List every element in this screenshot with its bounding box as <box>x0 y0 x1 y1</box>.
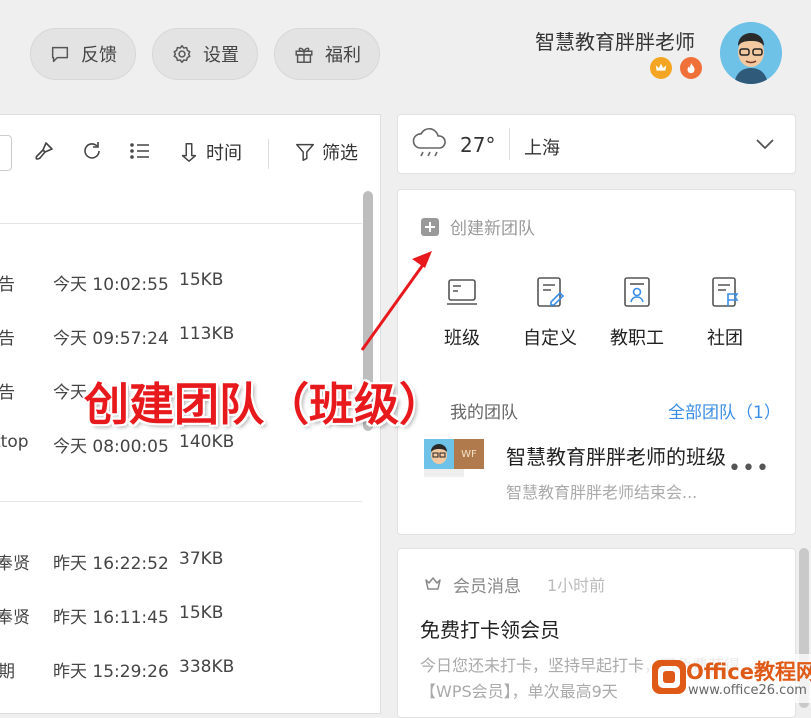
weather-card[interactable] <box>397 114 796 174</box>
file-size: 140KB <box>179 432 235 452</box>
team-type-label: 教职工 <box>610 328 664 349</box>
create-team-button[interactable]: 创建新团队 <box>420 214 535 239</box>
brush-icon <box>35 142 53 160</box>
gear-icon <box>173 45 191 63</box>
settings-label: 设置 <box>203 45 239 66</box>
create-team-label: 创建新团队 <box>450 219 535 239</box>
message-title: 免费打卡领会员 <box>420 618 560 642</box>
search-box-edge[interactable] <box>0 135 12 171</box>
file-row[interactable]: 期 昨天 15:29:26 338KB <box>0 657 360 687</box>
settings-button[interactable]: 设置 <box>152 28 258 80</box>
gift-icon <box>295 47 313 63</box>
file-size: 15KB <box>179 603 224 623</box>
file-size: 15KB <box>179 270 224 290</box>
club-flag-icon <box>712 277 739 307</box>
vip-crown-icon <box>425 577 441 590</box>
file-row[interactable]: ttop 今天 08:00:05 140KB <box>0 432 360 462</box>
my-team-label: 我的团队 <box>450 403 518 423</box>
group-divider <box>0 501 362 502</box>
list-icon <box>130 143 149 159</box>
watermark-url: www.office26.com <box>688 683 807 698</box>
team-avatar-group[interactable]: WF <box>424 439 484 477</box>
file-name: 告 <box>0 329 15 349</box>
file-name: 告 <box>0 383 15 403</box>
avatar[interactable] <box>720 22 782 84</box>
toolbar-divider <box>268 139 269 169</box>
file-time: 今天 <box>53 383 87 403</box>
file-name: 奉贤 <box>0 554 30 574</box>
annotation-callout: 创建团队（班级） <box>84 378 445 431</box>
rain-cloud-icon <box>412 128 446 157</box>
sort-time-button[interactable]: 时间 <box>178 139 242 165</box>
header-divider <box>0 223 362 224</box>
file-time: 今天 08:00:05 <box>53 437 169 457</box>
team-type-custom[interactable]: 自定义 <box>515 275 585 350</box>
brush-button[interactable] <box>32 139 56 163</box>
file-row[interactable]: 告 今天 09:57:24 113KB <box>0 324 360 354</box>
fire-badge-icon <box>680 57 702 79</box>
file-name: ttop <box>0 432 29 452</box>
team-type-club[interactable]: 社团 <box>690 275 760 350</box>
refresh-button[interactable] <box>80 139 104 163</box>
team-subtitle: 智慧教育胖胖老师结束会... <box>506 483 698 502</box>
more-options-button[interactable]: ••• <box>728 456 770 481</box>
team-type-label: 社团 <box>707 328 743 349</box>
team-type-class[interactable]: 班级 <box>427 275 497 350</box>
file-time: 昨天 16:22:52 <box>53 554 169 574</box>
classroom-icon <box>447 279 477 305</box>
team-member-tag-text: WF <box>461 448 477 460</box>
file-row[interactable]: 奉贤 昨天 16:22:52 37KB <box>0 549 360 579</box>
team-name[interactable]: 智慧教育胖胖老师的班级 <box>506 441 728 470</box>
staff-card-icon <box>624 277 650 307</box>
filter-button[interactable]: 筛选 <box>294 139 358 165</box>
file-size: 37KB <box>179 549 224 569</box>
file-size: 113KB <box>179 324 235 344</box>
weather-temperature: 27° <box>460 133 496 157</box>
crown-badge-icon <box>650 57 672 79</box>
watermark-name: Office教程网 <box>686 660 811 684</box>
filter-icon <box>296 143 314 161</box>
time-label: 时间 <box>206 143 242 164</box>
message-time: 1小时前 <box>547 576 606 595</box>
list-view-button[interactable] <box>127 139 153 163</box>
team-type-label: 自定义 <box>523 328 577 349</box>
weather-divider <box>509 128 510 160</box>
refresh-icon <box>84 142 100 159</box>
username: 智慧教育胖胖老师 <box>535 30 695 54</box>
file-size: 338KB <box>179 657 235 677</box>
file-row[interactable]: 告 今天 10:02:55 15KB <box>0 270 360 300</box>
chevron-down-icon[interactable] <box>755 138 775 150</box>
filter-label: 筛选 <box>322 143 358 164</box>
file-name: 告 <box>0 275 15 295</box>
all-teams-link[interactable]: 全部团队（1） <box>668 398 781 423</box>
file-time: 今天 10:02:55 <box>53 275 169 295</box>
file-row[interactable]: 奉贤 昨天 16:11:45 15KB <box>0 603 360 633</box>
avatar-shadow <box>424 469 464 477</box>
file-time: 今天 09:57:24 <box>53 329 169 349</box>
weather-city: 上海 <box>524 138 560 159</box>
chat-bubble-icon <box>51 46 69 63</box>
team-type-staff[interactable]: 教职工 <box>602 275 672 350</box>
feedback-label: 反馈 <box>81 45 117 66</box>
file-name: 期 <box>0 662 15 682</box>
team-member-avatar <box>424 439 454 469</box>
file-time: 昨天 16:11:45 <box>53 608 169 628</box>
file-name: 奉贤 <box>0 608 30 628</box>
plus-icon <box>421 217 439 236</box>
feedback-button[interactable]: 反馈 <box>30 28 136 80</box>
message-label: 会员消息 <box>453 577 521 597</box>
file-time: 昨天 15:29:26 <box>53 662 169 682</box>
welfare-button[interactable]: 福利 <box>274 28 380 80</box>
welfare-label: 福利 <box>325 45 361 66</box>
arrow-down-icon <box>181 143 197 162</box>
team-member-tag: WF <box>454 439 484 469</box>
team-type-label: 班级 <box>444 328 480 349</box>
document-edit-icon <box>537 277 565 307</box>
